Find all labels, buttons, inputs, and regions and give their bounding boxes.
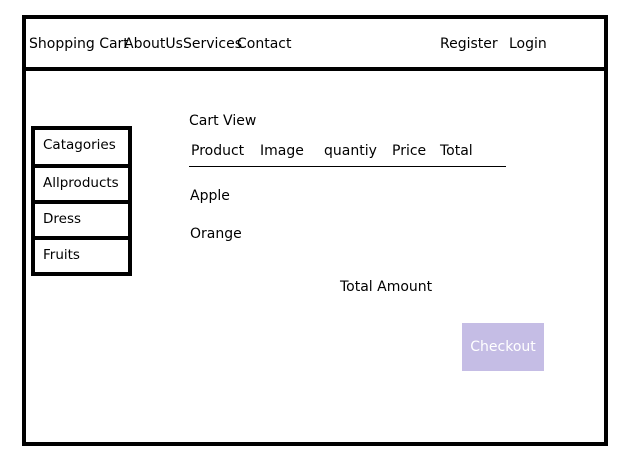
column-header-total: Total (440, 143, 473, 159)
sidebar-item-label: Allproducts (43, 175, 119, 191)
sidebar-item-fruits[interactable]: Fruits (35, 240, 128, 274)
header-bar: Shopping Cart AboutUs Services Contact R… (26, 19, 604, 71)
register-link[interactable]: Register (440, 36, 498, 52)
nav-aboutus[interactable]: AboutUs (124, 36, 183, 52)
cart-row-orange: Orange (190, 226, 242, 242)
checkout-button[interactable]: Checkout (462, 323, 544, 371)
nav-services[interactable]: Services (183, 36, 242, 52)
column-header-quantity: quantiy (324, 143, 377, 159)
column-header-price: Price (392, 143, 427, 159)
cart-row-apple: Apple (190, 188, 230, 204)
total-amount-label: Total Amount (340, 279, 433, 295)
login-link[interactable]: Login (509, 36, 547, 52)
sidebar-item-label: Dress (43, 211, 82, 227)
sidebar-item-catagories[interactable]: Catagories (35, 130, 128, 164)
sidebar-item-dress[interactable]: Dress (35, 204, 128, 238)
cart-title: Cart View (189, 113, 257, 129)
sidebar: Catagories Allproducts Dress Fruits (31, 126, 132, 276)
sidebar-item-allproducts[interactable]: Allproducts (35, 168, 128, 202)
column-header-product: Product (191, 143, 245, 159)
sidebar-item-label: Fruits (43, 247, 80, 263)
sidebar-item-label: Catagories (43, 137, 116, 153)
nav-contact[interactable]: Contact (237, 36, 291, 52)
column-header-image: Image (260, 143, 304, 159)
brand-link[interactable]: Shopping Cart (29, 36, 129, 52)
header-rule (189, 166, 506, 167)
